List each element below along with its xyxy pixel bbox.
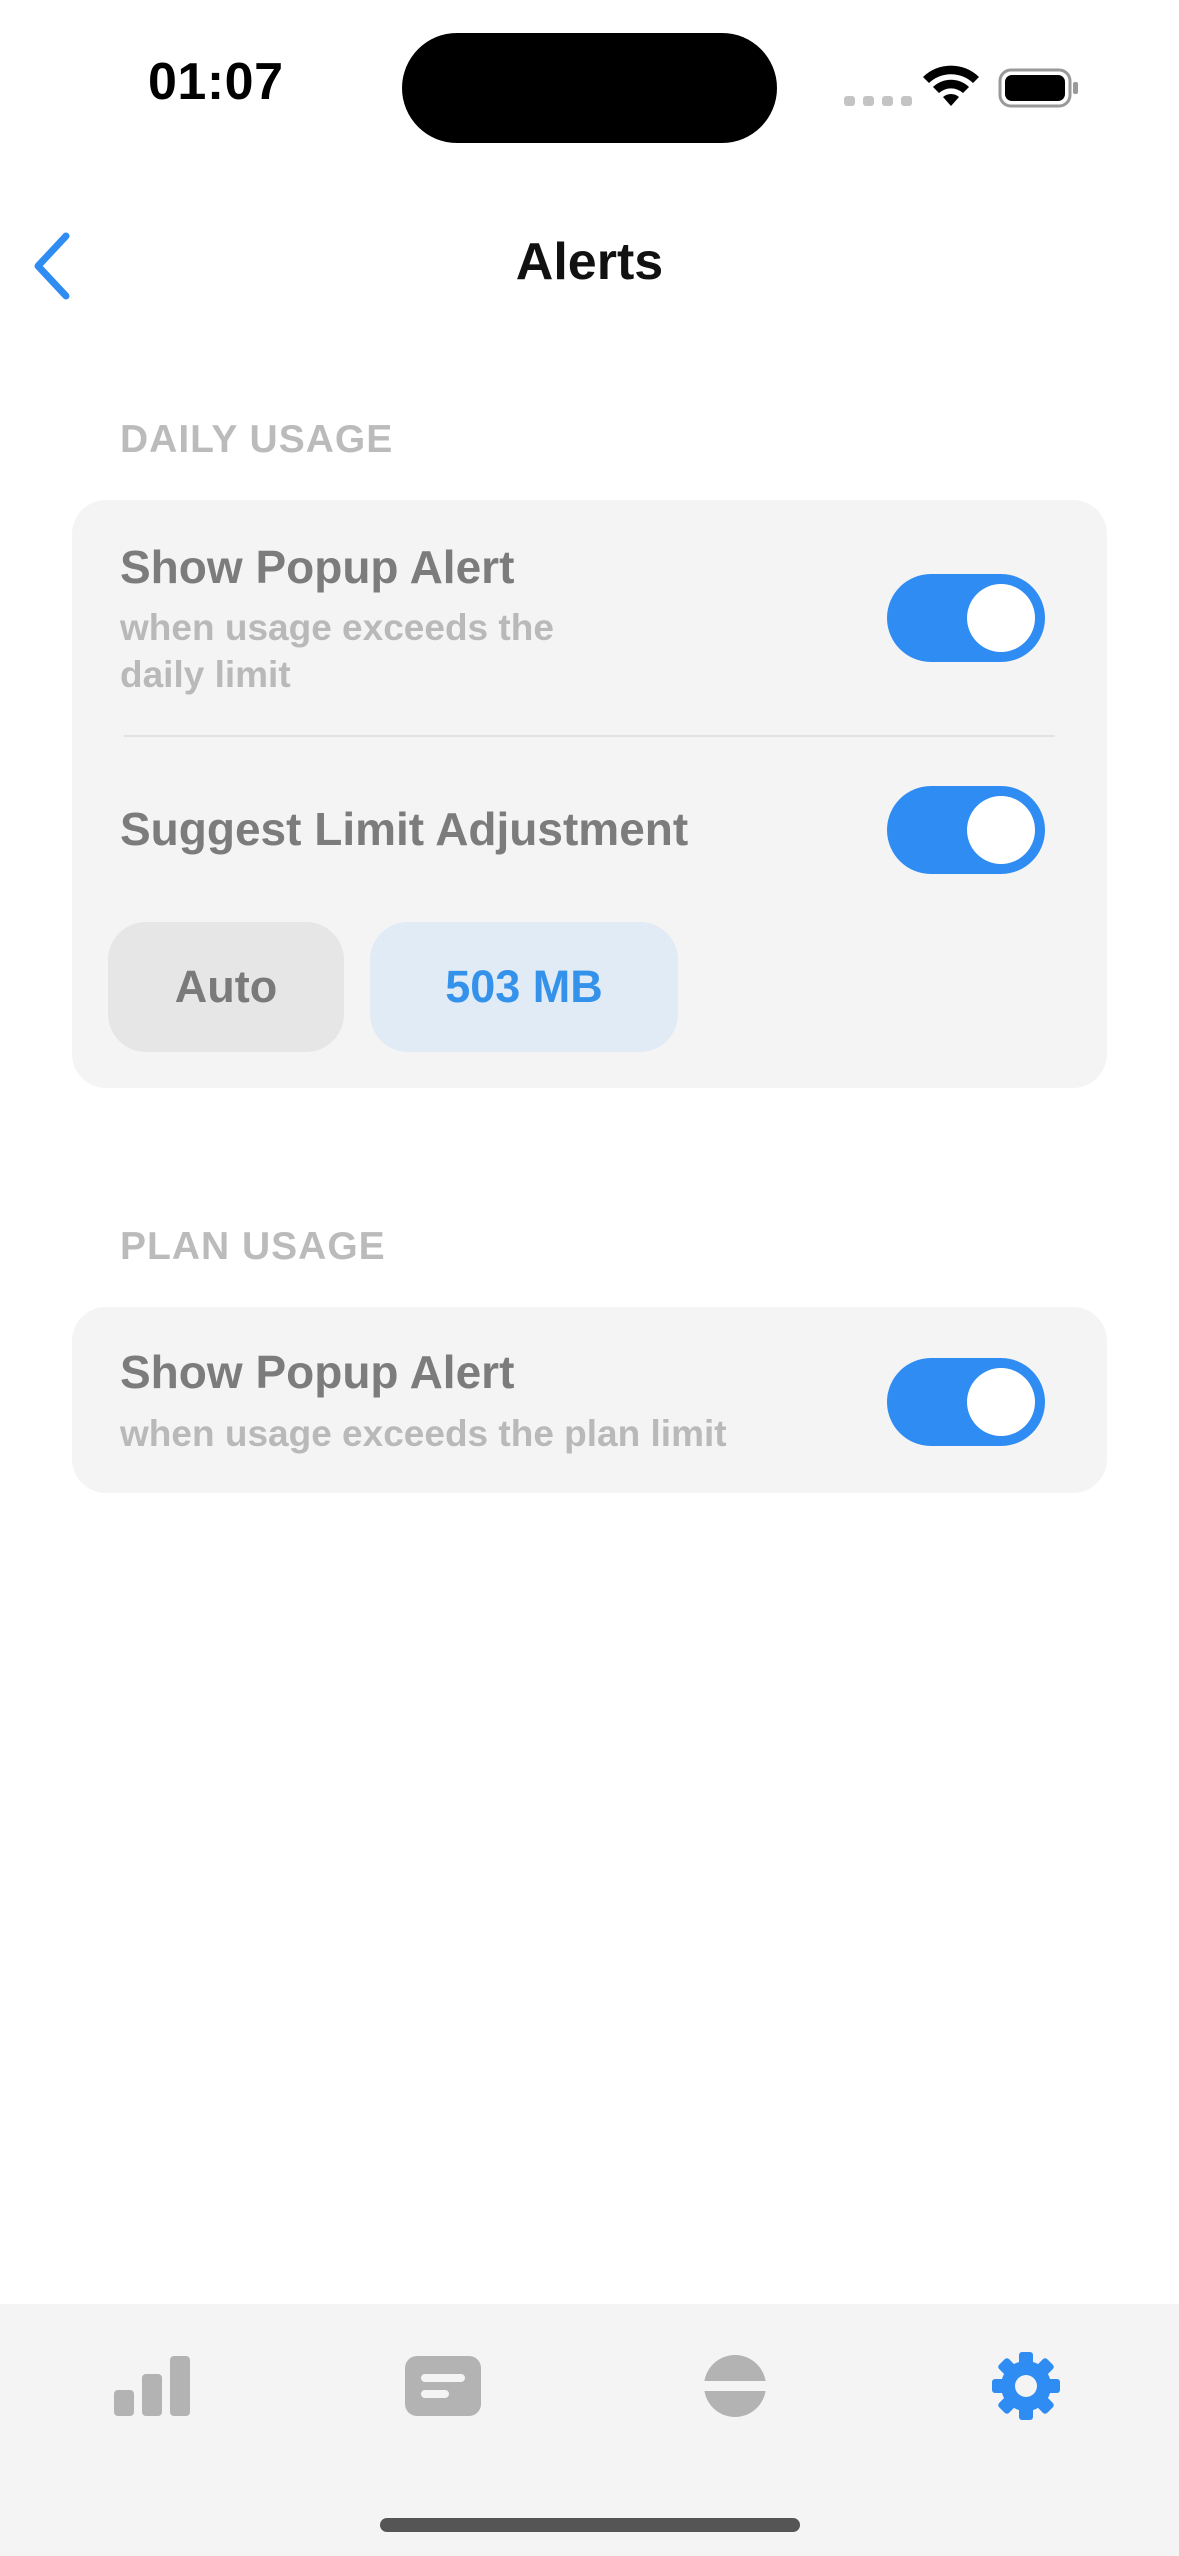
section-header-plan-usage: PLAN USAGE	[120, 1225, 386, 1268]
row-divider	[124, 735, 1055, 737]
cellular-signal-icon	[844, 96, 912, 106]
suggest-limit-title: Suggest Limit Adjustment	[120, 803, 689, 855]
wifi-icon	[923, 65, 979, 106]
daily-popup-alert-title: Show Popup Alert	[120, 541, 515, 593]
toggle-knob	[967, 796, 1035, 864]
bar-chart-icon	[114, 2356, 190, 2416]
section-header-daily-usage: DAILY USAGE	[120, 418, 394, 461]
daily-popup-alert-subtitle-line2: daily limit	[120, 654, 291, 695]
plan-usage-card: Show Popup Alert when usage exceeds the …	[72, 1307, 1107, 1493]
plan-icon	[702, 2355, 768, 2417]
status-time: 01:07	[148, 53, 284, 111]
home-indicator	[380, 2518, 800, 2532]
toggle-knob	[967, 1368, 1035, 1436]
toggle-knob	[967, 584, 1035, 652]
daily-popup-alert-subtitle-line1: when usage exceeds the	[120, 607, 554, 648]
plan-popup-alert-toggle[interactable]	[887, 1358, 1045, 1446]
plan-popup-alert-subtitle: when usage exceeds the plan limit	[120, 1413, 727, 1454]
tab-settings[interactable]	[971, 2346, 1081, 2426]
tab-messages[interactable]	[388, 2346, 498, 2426]
limit-value-button[interactable]: 503 MB	[370, 922, 678, 1052]
dynamic-island	[402, 33, 777, 143]
message-icon	[405, 2356, 481, 2416]
page-title: Alerts	[515, 233, 664, 291]
suggest-limit-toggle[interactable]	[887, 786, 1045, 874]
plan-popup-alert-title: Show Popup Alert	[120, 1346, 515, 1398]
daily-popup-alert-toggle[interactable]	[887, 574, 1045, 662]
battery-icon	[998, 68, 1078, 108]
gear-icon	[992, 2352, 1060, 2420]
tab-usage[interactable]	[97, 2346, 207, 2426]
daily-usage-card: Show Popup Alert when usage exceeds the …	[72, 500, 1107, 1088]
tab-plan[interactable]	[680, 2346, 790, 2426]
auto-limit-button[interactable]: Auto	[108, 922, 344, 1052]
